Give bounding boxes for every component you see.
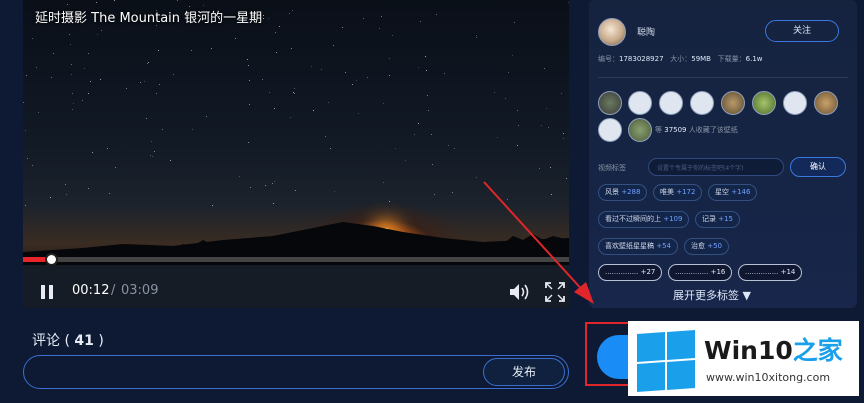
fan-avatar[interactable] bbox=[814, 91, 838, 115]
fan-count: 等 37509 人收藏了该壁纸 bbox=[655, 125, 738, 135]
tag-name: 唯美 bbox=[660, 188, 674, 196]
uploader-name[interactable]: 聪陶 bbox=[637, 25, 655, 38]
total-time: 03:09 bbox=[121, 283, 159, 298]
tag-count: +172 bbox=[674, 188, 696, 196]
fan-count-prefix: 等 bbox=[655, 126, 662, 134]
tag-count: +50 bbox=[705, 242, 722, 250]
fan-avatar[interactable] bbox=[598, 91, 622, 115]
fan-avatar[interactable] bbox=[598, 118, 622, 142]
tag-chip[interactable]: 看过不过瞬间的上 +109 bbox=[598, 211, 690, 228]
wallpaper-info-panel: 聪陶 关注 编号：1783028927 大小：59MB 下载量：6.1w 等 3… bbox=[589, 0, 857, 308]
divider bbox=[598, 77, 848, 78]
size-value: 59MB bbox=[691, 55, 711, 63]
watermark-url: www.win10xitong.com bbox=[706, 371, 831, 384]
tag-chip[interactable]: ............... +14 bbox=[738, 264, 803, 281]
fan-avatar[interactable] bbox=[721, 91, 745, 115]
comment-box: 发布 bbox=[23, 355, 569, 389]
tag-name: 喜欢壁纸星星稿 bbox=[605, 242, 654, 250]
tag-input-placeholder: 设置个专属于你的标签吧(4个字) bbox=[657, 165, 744, 172]
avatar[interactable] bbox=[598, 18, 626, 46]
watermark: Win10之家 www.win10xitong.com bbox=[628, 321, 859, 396]
tag-name: 看过不过瞬间的上 bbox=[605, 215, 661, 223]
pause-icon[interactable] bbox=[41, 285, 53, 299]
follow-button[interactable]: 关注 bbox=[765, 20, 839, 42]
comments-label: 评论 ( bbox=[32, 333, 70, 349]
fan-avatar[interactable] bbox=[628, 118, 652, 142]
size-label: 大小： bbox=[670, 55, 692, 63]
tag-count: +14 bbox=[778, 268, 796, 276]
comments-heading: 评论 ( 41 ) bbox=[32, 330, 104, 350]
confirm-button[interactable]: 确认 bbox=[790, 157, 846, 177]
tag-name: ............... bbox=[745, 268, 779, 276]
tag-name: 治愈 bbox=[691, 242, 705, 250]
tag-chip[interactable]: 治愈 +50 bbox=[684, 238, 729, 255]
tag-name: ............... bbox=[675, 268, 709, 276]
tag-chip[interactable]: 喜欢壁纸星星稿 +54 bbox=[598, 238, 678, 255]
tag-name: 星空 bbox=[715, 188, 729, 196]
fan-count-value: 37509 bbox=[664, 126, 687, 134]
tag-count: +16 bbox=[708, 268, 726, 276]
video-title: 延时摄影 The Mountain 银河的一星期 bbox=[35, 11, 263, 26]
wallpaper-stats: 编号：1783028927 大小：59MB 下载量：6.1w bbox=[598, 54, 848, 64]
fan-avatar[interactable] bbox=[752, 91, 776, 115]
downloads-value: 6.1w bbox=[745, 55, 763, 63]
tag-chip[interactable]: 星空 +146 bbox=[708, 184, 758, 201]
tag-input[interactable]: 设置个专属于你的标签吧(4个字) bbox=[648, 158, 784, 176]
windows-logo-icon bbox=[635, 329, 695, 392]
tag-count: +288 bbox=[619, 188, 641, 196]
brand-accent: 之家 bbox=[792, 336, 843, 365]
annotation-arrow bbox=[483, 181, 594, 304]
tag-count: +15 bbox=[716, 215, 733, 223]
tag-count: +27 bbox=[638, 268, 656, 276]
tag-name: ............... bbox=[605, 268, 639, 276]
id-label: 编号： bbox=[598, 55, 619, 63]
expand-tags-button[interactable]: 展开更多标签 ▼ bbox=[673, 287, 751, 303]
time-separator: / bbox=[111, 283, 116, 298]
comments-close: ) bbox=[98, 333, 104, 349]
tag-chip[interactable]: 唯美 +172 bbox=[653, 184, 703, 201]
tag-count: +146 bbox=[729, 188, 751, 196]
downloads-label: 下载量： bbox=[717, 55, 746, 63]
id-value: 1783028927 bbox=[619, 55, 664, 63]
tag-chip[interactable]: 记录 +15 bbox=[695, 211, 740, 228]
tag-chip[interactable]: ............... +16 bbox=[668, 264, 733, 281]
current-time: 00:12 bbox=[72, 283, 110, 298]
tag-count: +109 bbox=[661, 215, 683, 223]
watermark-brand: Win10之家 bbox=[704, 331, 843, 367]
fan-avatar[interactable] bbox=[690, 91, 714, 115]
fan-avatar[interactable] bbox=[783, 91, 807, 115]
fan-count-suffix: 人收藏了该壁纸 bbox=[688, 126, 738, 134]
tag-count: +54 bbox=[654, 242, 671, 250]
publish-button[interactable]: 发布 bbox=[483, 358, 565, 386]
comment-input[interactable] bbox=[38, 362, 478, 382]
tag-name: 记录 bbox=[702, 215, 716, 223]
comments-count: 41 bbox=[74, 333, 94, 349]
brand-main: Win10 bbox=[704, 336, 793, 365]
fan-avatar[interactable] bbox=[659, 91, 683, 115]
fan-avatar[interactable] bbox=[628, 91, 652, 115]
